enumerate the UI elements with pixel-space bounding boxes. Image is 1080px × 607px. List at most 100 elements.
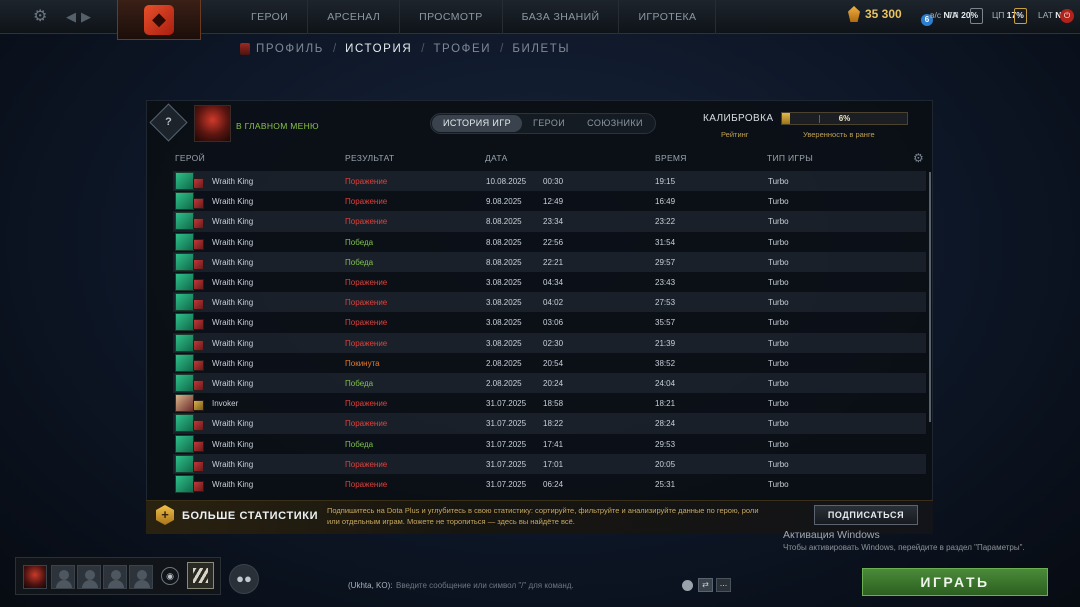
subnav-profile[interactable]: ПРОФИЛЬ xyxy=(256,43,324,55)
emoji-icon[interactable] xyxy=(682,580,693,591)
dota-logo-button[interactable]: ◆ xyxy=(117,0,201,40)
friends-button[interactable]: ●● xyxy=(229,564,259,594)
main-nav: ГЕРОИ АРСЕНАЛ ПРОСМОТР БАЗА ЗНАНИЙ ИГРОТ… xyxy=(232,0,717,34)
match-result: Покинута xyxy=(345,358,380,368)
match-start-time: 00:30 xyxy=(543,177,564,186)
party-slot-empty[interactable] xyxy=(129,565,153,589)
match-start-time: 12:49 xyxy=(543,197,564,207)
game-mode: Turbo xyxy=(768,338,789,348)
hero-portrait xyxy=(175,232,194,251)
hero-name: Wraith King xyxy=(212,379,254,388)
match-result: Поражение xyxy=(345,419,388,429)
party-slot-empty[interactable] xyxy=(51,565,75,589)
power-icon[interactable]: ⏻ xyxy=(1060,9,1074,23)
latency-label: LAT xyxy=(1038,10,1053,20)
match-row[interactable]: Wraith King Победа 8.08.2025 22:56 31:54 Turb… xyxy=(173,232,926,252)
match-row[interactable]: Wraith King Поражение 8.08.2025 23:34 23:22 T… xyxy=(173,211,926,232)
game-mode: Turbo xyxy=(768,358,789,368)
subscribe-button[interactable]: ПОДПИСАТЬСЯ xyxy=(814,505,918,525)
game-mode: Turbo xyxy=(768,298,789,308)
match-row[interactable]: Wraith King Поражение 31.07.2025 17:01 20:05… xyxy=(173,453,926,474)
match-row[interactable]: Wraith King Поражение 9.08.2025 12:49 16:49 T… xyxy=(173,191,926,211)
subnav-tickets[interactable]: БИЛЕТЫ xyxy=(512,43,570,55)
match-start-time: 04:02 xyxy=(543,298,564,308)
chat-channel-switch-icon[interactable]: ⇄ xyxy=(698,578,713,592)
match-row[interactable]: Wraith King Поражение 10.08.2025 00:30 19:15… xyxy=(173,171,926,192)
col-header-result[interactable]: РЕЗУЛЬТАТ xyxy=(345,153,394,163)
item-icon xyxy=(193,238,204,250)
hero-name: Wraith King xyxy=(212,257,254,267)
hero-name: Wraith King xyxy=(212,419,254,429)
rating-label: Рейтинг xyxy=(721,130,749,139)
match-row[interactable]: Wraith King Поражение 31.07.2025 18:22 28:24… xyxy=(173,413,926,434)
item-icon xyxy=(193,198,204,210)
top-bar: ⚙ ◀ ▶ ◆ ГЕРОИ АРСЕНАЛ ПРОСМОТР БАЗА ЗНАН… xyxy=(0,0,1080,40)
match-row[interactable]: Wraith King Поражение 3.08.2025 03:06 35:57 T… xyxy=(173,312,926,332)
back-arrow-icon[interactable]: ◀ xyxy=(66,8,80,25)
match-date: 31.07.2025 xyxy=(486,419,527,429)
hero-name: Wraith King xyxy=(212,318,254,328)
col-header-time[interactable]: ВРЕМЯ xyxy=(655,153,687,163)
match-row[interactable]: Wraith King Поражение 3.08.2025 04:02 27:53 T… xyxy=(173,292,926,313)
col-header-hero[interactable]: ГЕРОЙ xyxy=(175,153,205,163)
shard-icon xyxy=(848,6,860,22)
subnav-trophies[interactable]: ТРОФЕИ xyxy=(433,43,491,55)
match-start-time: 02:30 xyxy=(543,338,564,348)
match-start-time: 18:22 xyxy=(543,419,564,429)
subnav-separator: / xyxy=(332,43,337,55)
match-row[interactable]: Wraith King Покинута 2.08.2025 20:54 38:52 Tu… xyxy=(173,353,926,373)
subnav-history[interactable]: ИСТОРИЯ xyxy=(345,43,412,55)
table-settings-gear-icon[interactable]: ⚙ xyxy=(913,151,924,165)
match-date: 31.07.2025 xyxy=(486,459,527,469)
player-avatar[interactable] xyxy=(194,105,231,142)
hero-portrait xyxy=(175,333,194,352)
item-icon xyxy=(193,339,204,351)
empty-slot-icon xyxy=(134,580,150,588)
nav-learn[interactable]: БАЗА ЗНАНИЙ xyxy=(503,0,620,34)
match-date: 2.08.2025 xyxy=(486,358,522,368)
match-list-scrollbar[interactable] xyxy=(929,172,931,422)
match-date: 3.08.2025 xyxy=(486,278,522,287)
match-row[interactable]: Wraith King Победа 8.08.2025 22:21 29:57 Turb… xyxy=(173,251,926,272)
settings-gear-icon[interactable]: ⚙ xyxy=(33,8,50,25)
nav-heroes[interactable]: ГЕРОИ xyxy=(232,0,309,34)
tab-match-history[interactable]: ИСТОРИЯ ИГР xyxy=(432,115,522,132)
empty-slot-icon xyxy=(82,580,98,588)
nav-arcade[interactable]: ИГРОТЕКА xyxy=(619,0,717,34)
match-row[interactable]: Wraith King Поражение 3.08.2025 02:30 21:39 T… xyxy=(173,332,926,353)
col-header-date[interactable]: ДАТА xyxy=(485,153,508,163)
game-mode: Turbo xyxy=(768,480,789,489)
match-row[interactable]: Invoker Поражение 31.07.2025 18:58 18:21 Turb… xyxy=(173,393,926,413)
dota-plus-level-icon[interactable] xyxy=(187,562,214,589)
party-slot-self[interactable] xyxy=(23,565,47,589)
hero-portrait xyxy=(175,454,194,473)
hero-name: Wraith King xyxy=(212,278,254,287)
rank-medal-icon[interactable]: ? xyxy=(149,103,188,142)
match-result: Победа xyxy=(345,257,374,267)
match-row[interactable]: Wraith King Победа 2.08.2025 20:24 24:04 Turb… xyxy=(173,373,926,394)
tab-allies[interactable]: СОЮЗНИКИ xyxy=(576,115,654,132)
play-button[interactable]: ИГРАТЬ xyxy=(862,568,1048,596)
empty-slot-icon xyxy=(59,570,69,580)
forward-arrow-icon[interactable]: ▶ xyxy=(81,8,95,25)
hero-name: Wraith King xyxy=(212,298,254,308)
col-header-mode[interactable]: ТИП ИГРЫ xyxy=(767,153,813,163)
match-result: Победа xyxy=(345,237,374,247)
match-row[interactable]: Wraith King Поражение 3.08.2025 04:34 23:43 T… xyxy=(173,272,926,292)
item-icon xyxy=(193,440,204,452)
chat-more-button[interactable]: ... xyxy=(716,578,731,592)
shards-counter[interactable]: 35 300 xyxy=(848,6,902,22)
party-slot-empty[interactable] xyxy=(103,565,127,589)
match-row[interactable]: Wraith King Победа 31.07.2025 17:41 29:53 Tur… xyxy=(173,434,926,454)
party-slot-empty[interactable] xyxy=(77,565,101,589)
match-duration: 16:49 xyxy=(655,197,676,207)
hero-portrait xyxy=(175,192,194,211)
nav-armory[interactable]: АРСЕНАЛ xyxy=(308,0,401,34)
game-mode: Turbo xyxy=(768,217,789,227)
match-row[interactable]: Wraith King Поражение 31.07.2025 06:24 25:31… xyxy=(173,474,926,494)
chat-input[interactable] xyxy=(396,579,666,592)
nav-watch[interactable]: ПРОСМОТР xyxy=(400,0,503,34)
tab-heroes[interactable]: ГЕРОИ xyxy=(522,115,576,132)
calibration-title: КАЛИБРОВКА xyxy=(703,113,774,124)
voice-chat-icon[interactable]: ◉ xyxy=(161,567,179,585)
